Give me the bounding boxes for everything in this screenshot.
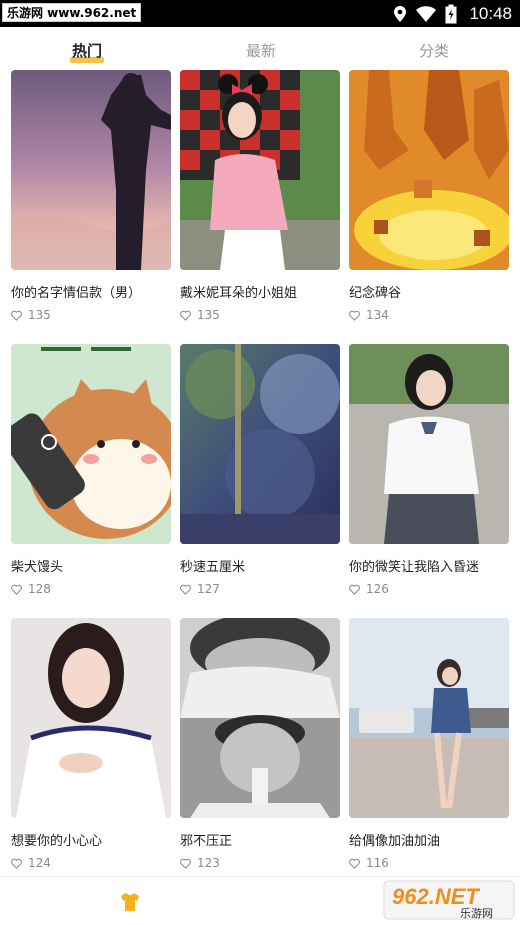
- card-item[interactable]: 柴犬馒头 128: [11, 344, 171, 596]
- cheer-dance-girl-image: [349, 618, 509, 818]
- card-title: 柴犬馒头: [11, 560, 64, 575]
- card-title: 想要你的小心心: [11, 834, 103, 849]
- card-item[interactable]: 秒速五厘米 127: [180, 344, 340, 596]
- card-item[interactable]: 纪念碑谷 134: [349, 70, 509, 322]
- likes-count: 116: [366, 856, 389, 870]
- school-girl-image: [349, 344, 509, 544]
- card-title: 你的微笑让我陷入昏迷: [349, 560, 480, 575]
- card-item[interactable]: 邪不压正 123: [180, 618, 340, 870]
- card-title: 秒速五厘米: [180, 560, 246, 575]
- monochrome-actor-image: [180, 618, 340, 818]
- likes-count: 126: [366, 582, 389, 596]
- card-thumbnail[interactable]: [11, 70, 171, 270]
- site-logo-watermark: 962.NET 乐游网: [383, 880, 515, 920]
- monument-valley-image: [349, 70, 509, 270]
- tshirt-icon[interactable]: [119, 891, 141, 913]
- status-icons: 10:48: [393, 0, 512, 27]
- anime-boy-image: [11, 70, 171, 270]
- likes-count: 135: [28, 308, 51, 322]
- card-likes: 135: [11, 308, 51, 322]
- card-item[interactable]: 给偶像加油加油 116: [349, 618, 509, 870]
- heart-icon: [349, 858, 360, 869]
- card-thumbnail[interactable]: [11, 344, 171, 544]
- card-likes: 126: [349, 582, 389, 596]
- card-likes: 134: [349, 308, 389, 322]
- card-item[interactable]: 你的名字情侣款（男） 135: [11, 70, 171, 322]
- likes-count: 123: [197, 856, 220, 870]
- card-title: 纪念碑谷: [349, 286, 402, 301]
- likes-count: 134: [366, 308, 389, 322]
- logo-sub-text: 乐游网: [460, 907, 493, 920]
- card-thumbnail[interactable]: [349, 618, 509, 818]
- card-item[interactable]: 戴米妮耳朵的小姐姐 135: [180, 70, 340, 322]
- heart-icon: [180, 310, 191, 321]
- card-likes: 124: [11, 856, 51, 870]
- heart-icon: [180, 858, 191, 869]
- bottom-nav: 962.NET 乐游网: [0, 876, 520, 925]
- card-thumbnail[interactable]: [180, 70, 340, 270]
- card-likes: 135: [180, 308, 220, 322]
- likes-count: 124: [28, 856, 51, 870]
- card-title: 给偶像加油加油: [349, 834, 441, 849]
- card-thumbnail[interactable]: [349, 70, 509, 270]
- heart-icon: [11, 584, 22, 595]
- logo-brand-text: 962.NET: [392, 884, 480, 909]
- heart-icon: [11, 858, 22, 869]
- card-likes: 116: [349, 856, 389, 870]
- heart-icon: [349, 310, 360, 321]
- wifi-icon: [416, 5, 437, 22]
- card-likes: 123: [180, 856, 220, 870]
- likes-count: 135: [197, 308, 220, 322]
- likes-count: 127: [197, 582, 220, 596]
- card-title: 你的名字情侣款（男）: [11, 286, 142, 301]
- card-item[interactable]: 想要你的小心心 124: [11, 618, 171, 870]
- tab-latest[interactable]: 最新: [246, 40, 276, 61]
- card-thumbnail[interactable]: [180, 344, 340, 544]
- card-likes: 127: [180, 582, 220, 596]
- card-thumbnail[interactable]: [349, 344, 509, 544]
- site-watermark: 乐游网 www.962.net: [2, 3, 142, 22]
- tab-hot[interactable]: 热门: [72, 40, 102, 61]
- card-thumbnail[interactable]: [11, 618, 171, 818]
- clock: 10:48: [469, 3, 512, 23]
- location-icon: [394, 5, 407, 22]
- heart-gesture-girl-image: [11, 618, 171, 818]
- status-bar: 乐游网 www.962.net 10:48: [0, 0, 520, 27]
- battery-icon: [445, 4, 457, 23]
- heart-icon: [180, 584, 191, 595]
- heart-icon: [349, 584, 360, 595]
- card-title: 戴米妮耳朵的小姐姐: [180, 286, 298, 301]
- tab-bar: 热门 最新 分类: [0, 27, 520, 67]
- shiba-dog-image: [11, 344, 171, 544]
- card-item[interactable]: 你的微笑让我陷入昏迷 126: [349, 344, 509, 596]
- card-title: 邪不压正: [180, 834, 233, 849]
- card-likes: 128: [11, 582, 51, 596]
- card-thumbnail[interactable]: [180, 618, 340, 818]
- heart-icon: [11, 310, 22, 321]
- tab-category[interactable]: 分类: [419, 40, 449, 61]
- minnie-ears-girl-image: [180, 70, 340, 270]
- likes-count: 128: [28, 582, 51, 596]
- five-cm-per-second-image: [180, 344, 340, 544]
